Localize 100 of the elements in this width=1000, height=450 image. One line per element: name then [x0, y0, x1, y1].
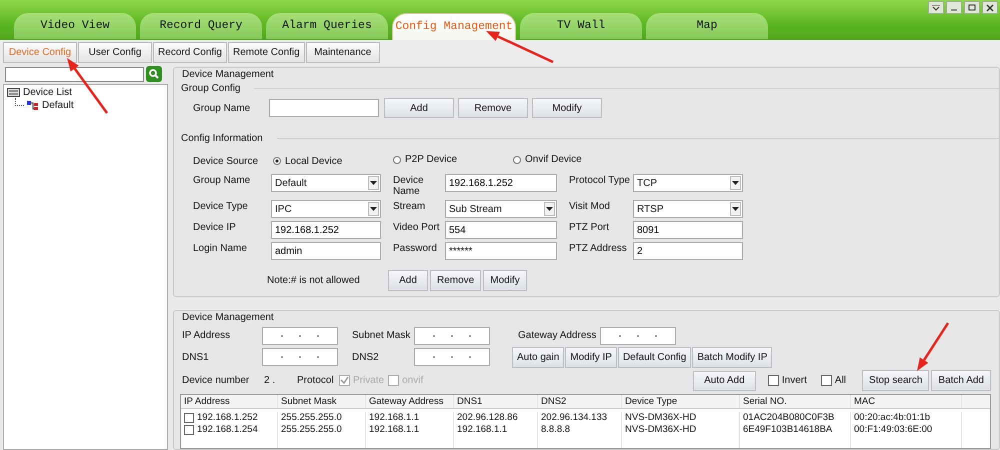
field-label: Protocol	[297, 375, 335, 386]
field-label: Protocol Type	[568, 174, 631, 186]
column-header[interactable]: DNS1	[454, 395, 538, 408]
field-label: Visit Mod	[568, 200, 611, 212]
column-header[interactable]: MAC	[851, 395, 962, 408]
search-button[interactable]	[146, 66, 162, 82]
minimize-icon[interactable]	[946, 1, 962, 14]
sub-tab[interactable]: Maintenance	[306, 42, 380, 62]
subsection-title: Config Information	[181, 133, 263, 144]
column-header[interactable]: IP Address	[181, 395, 278, 408]
dropdown[interactable]: TCP	[633, 174, 743, 192]
ip-field[interactable]	[600, 326, 676, 344]
section-title: Device Management	[181, 311, 275, 324]
button[interactable]: Default Config	[618, 346, 692, 368]
ip-field[interactable]	[262, 326, 338, 344]
column-header[interactable]: Serial NO.	[740, 395, 851, 408]
tree-item[interactable]: Default	[42, 100, 74, 111]
button[interactable]: Modify	[483, 270, 527, 291]
row-checkbox[interactable]	[184, 413, 194, 423]
table-cell: 192.168.1.254	[197, 424, 258, 436]
group-icon	[27, 100, 39, 110]
note-text: Note:# is not allowed	[267, 275, 361, 286]
ip-field[interactable]	[262, 348, 338, 366]
ip-field[interactable]	[414, 348, 490, 366]
checkbox[interactable]: Invert	[768, 375, 807, 386]
field-label: Group Name	[193, 102, 252, 114]
field-label: Gateway Address	[517, 330, 598, 341]
button[interactable]: Batch Modify IP	[692, 346, 772, 368]
input-field[interactable]: 554	[445, 221, 557, 239]
input-field[interactable]: 192.168.1.252	[271, 221, 381, 239]
table-cell: NVS-DM36X-HD	[622, 424, 740, 436]
radio-option[interactable]: P2P Device	[393, 154, 513, 165]
table-cell: 192.168.1.252	[197, 412, 258, 424]
input-field[interactable]: 192.168.1.252	[445, 174, 557, 192]
column-header[interactable]: Subnet Mask	[278, 395, 366, 408]
button[interactable]: Modify IP	[565, 346, 617, 368]
field-label: IP Address	[182, 330, 232, 341]
sub-tab[interactable]: Record Config	[153, 42, 227, 62]
field-label: Subnet Mask	[352, 330, 412, 341]
button[interactable]: Remove	[458, 98, 528, 118]
button[interactable]: Stop search	[862, 370, 930, 391]
field-label: Video Port	[392, 221, 441, 233]
column-header[interactable]: DNS2	[538, 395, 622, 408]
field-label: Group Name	[193, 174, 252, 186]
button[interactable]: Remove	[430, 270, 482, 291]
row-checkbox[interactable]	[184, 425, 194, 435]
table-cell: 255.255.255.0	[278, 412, 366, 424]
table-cell: 8.8.8.8	[538, 424, 622, 436]
menu-icon[interactable]	[928, 1, 944, 14]
ip-field[interactable]	[414, 326, 490, 344]
field-label: DNS1	[182, 352, 210, 362]
annotation-arrow	[486, 31, 554, 64]
tab[interactable]: Map	[646, 13, 768, 39]
field-label: Device Type	[193, 200, 249, 212]
tab[interactable]: TV Wall	[520, 13, 642, 39]
button[interactable]: Batch Add	[931, 370, 991, 391]
tree-item[interactable]: Device List	[23, 87, 72, 98]
input-field[interactable]: 8091	[633, 221, 743, 239]
button[interactable]: Add	[384, 98, 454, 118]
input-field[interactable]: admin	[271, 242, 381, 260]
button[interactable]: Auto gain	[512, 346, 564, 368]
table-cell: 01AC204B080C0F3B	[740, 412, 851, 424]
field-label: Password	[392, 242, 438, 254]
checkbox[interactable]: All	[820, 375, 846, 386]
maximize-icon[interactable]	[964, 1, 980, 14]
table-cell: 202.96.134.133	[538, 412, 622, 424]
device-list-icon	[7, 88, 20, 97]
table-cell: 00:20:ac:4b:01:1b	[851, 412, 962, 424]
table-cell: 192.168.1.1	[366, 412, 454, 424]
button[interactable]: Modify	[532, 98, 602, 118]
column-header[interactable]: Gateway Address	[366, 395, 454, 408]
input-field[interactable]	[269, 99, 379, 117]
button[interactable]: Add	[388, 270, 428, 291]
sub-tab[interactable]: User Config	[78, 42, 152, 62]
field-label: DNS2	[352, 352, 380, 362]
input-field[interactable]: 2	[633, 242, 743, 260]
table-cell: 202.96.128.86	[454, 412, 538, 424]
field-label: PTZ Port	[568, 221, 610, 233]
dropdown[interactable]: Sub Stream	[445, 200, 557, 218]
tab[interactable]: Video View	[14, 13, 136, 39]
dropdown[interactable]: Default	[271, 174, 381, 192]
column-header[interactable]: Device Type	[622, 395, 740, 408]
subsection-title: Group Config	[181, 83, 240, 94]
search-field[interactable]	[5, 66, 144, 82]
radio-option[interactable]: Onvif Device	[513, 154, 633, 165]
table-cell: 192.168.1.1	[454, 424, 538, 436]
tab[interactable]: Alarm Queries	[266, 13, 388, 39]
input-field[interactable]: ******	[445, 242, 557, 260]
table-cell: NVS-DM36X-HD	[622, 412, 740, 424]
dropdown[interactable]: IPC	[271, 200, 381, 218]
field-label: Device Source	[193, 156, 260, 166]
close-icon[interactable]	[982, 1, 998, 14]
radio-option[interactable]: Local Device	[273, 156, 393, 166]
dropdown[interactable]: RTSP	[633, 200, 743, 218]
field-label: Stream	[392, 200, 426, 212]
sub-tab[interactable]: Remote Config	[228, 42, 305, 62]
button[interactable]: Auto Add	[692, 370, 756, 390]
field-label: Device Name	[392, 174, 425, 197]
tab[interactable]: Record Query	[140, 13, 262, 39]
device-count: 2 .	[264, 375, 276, 386]
